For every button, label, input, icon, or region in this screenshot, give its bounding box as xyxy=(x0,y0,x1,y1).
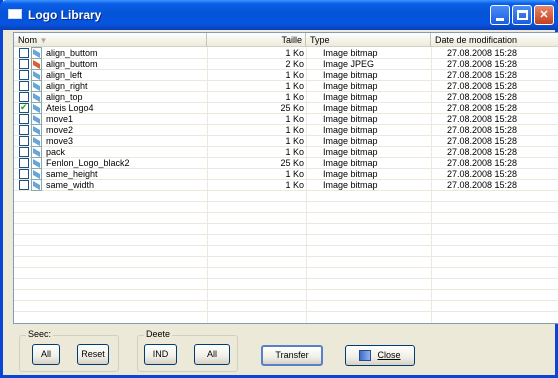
title-bar[interactable]: Logo Library ✕ xyxy=(0,0,558,30)
maximize-icon xyxy=(517,10,528,20)
row-checkbox[interactable] xyxy=(19,136,29,146)
column-name-label: Nom xyxy=(18,35,38,45)
select-group-label: Seec: xyxy=(26,329,54,339)
delete-all-button[interactable]: All xyxy=(194,344,230,365)
row-checkbox[interactable] xyxy=(19,158,29,168)
close-icon: ✕ xyxy=(539,9,549,21)
maximize-button[interactable] xyxy=(512,5,532,25)
row-checkbox[interactable] xyxy=(19,125,29,135)
sort-down-icon: ▼ xyxy=(39,36,48,45)
reset-button[interactable]: Reset xyxy=(77,344,109,365)
delete-group: Deete IND All xyxy=(137,329,238,372)
empty-row xyxy=(14,300,558,312)
column-header-name[interactable]: Nom ▼ xyxy=(14,33,207,47)
row-checkbox[interactable] xyxy=(19,81,29,91)
select-all-button[interactable]: All xyxy=(32,344,60,365)
list-header: Nom ▼ Taille Type Date de modification xyxy=(14,33,558,47)
row-checkbox[interactable] xyxy=(19,169,29,179)
delete-ind-button[interactable]: IND xyxy=(144,344,177,365)
column-header-type[interactable]: Type xyxy=(306,33,431,47)
transfer-button[interactable]: Transfer xyxy=(261,345,323,366)
close-button-label: Close xyxy=(377,350,401,360)
minimize-icon xyxy=(496,18,504,21)
minimize-button[interactable] xyxy=(490,5,510,25)
row-checkbox[interactable] xyxy=(19,70,29,80)
file-list[interactable]: Nom ▼ Taille Type Date de modification a… xyxy=(13,32,558,324)
row-checkbox[interactable] xyxy=(19,102,29,113)
row-checkbox[interactable] xyxy=(19,59,29,69)
column-header-size[interactable]: Taille xyxy=(207,33,306,47)
close-button[interactable]: Close xyxy=(345,345,415,366)
row-checkbox[interactable] xyxy=(19,114,29,124)
row-checkbox[interactable] xyxy=(19,48,29,58)
window-title: Logo Library xyxy=(28,8,102,22)
column-header-date[interactable]: Date de modification xyxy=(431,33,558,47)
row-checkbox[interactable] xyxy=(19,92,29,102)
window-icon xyxy=(8,9,22,19)
row-checkbox[interactable] xyxy=(19,180,29,190)
footer: Seec: All Reset Deete IND All Transfer C… xyxy=(13,324,558,374)
exit-door-icon xyxy=(359,350,372,362)
close-window-button[interactable]: ✕ xyxy=(534,5,554,25)
logo-library-window: Logo Library ✕ Nom ▼ Taille Type Date de… xyxy=(0,0,558,378)
row-checkbox[interactable] xyxy=(19,147,29,157)
delete-group-label: Deete xyxy=(144,329,173,339)
select-group: Seec: All Reset xyxy=(19,329,119,372)
